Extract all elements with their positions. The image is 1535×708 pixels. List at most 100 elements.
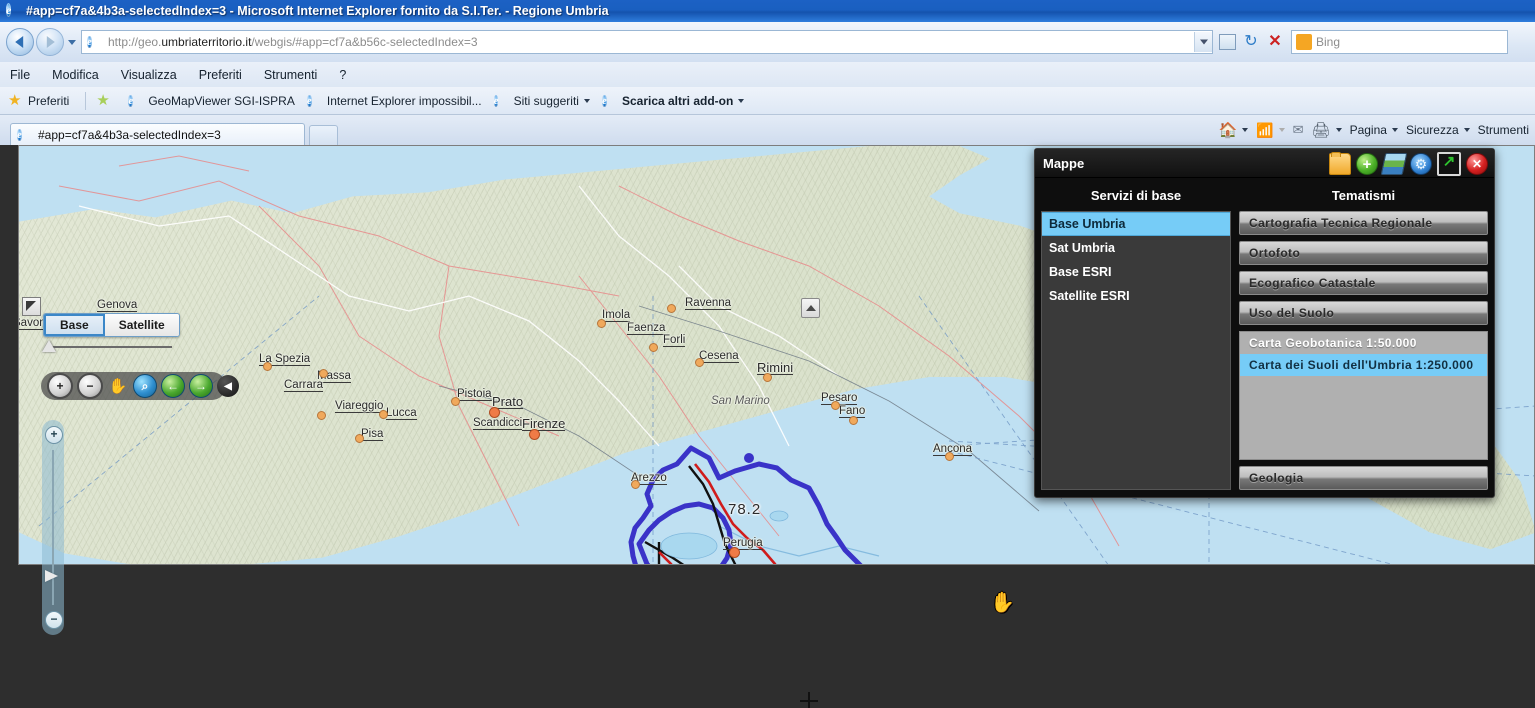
menu-item-help[interactable]: ? xyxy=(339,68,346,82)
base-services-header: Servizi di base xyxy=(1090,188,1182,203)
home-icon: 🏠 xyxy=(1218,122,1238,139)
zoom-out-button[interactable]: − xyxy=(45,611,63,629)
city-dot xyxy=(763,373,772,382)
menu-item-preferiti[interactable]: Preferiti xyxy=(199,68,242,82)
theme-group-ortofoto[interactable]: Ortofoto xyxy=(1239,241,1488,265)
basemap-tab-base[interactable]: Base xyxy=(44,314,105,336)
collapse-toolbar-tool[interactable]: ◀ xyxy=(217,375,239,397)
collapse-top-panel-button[interactable] xyxy=(801,298,820,318)
ie-page-icon: e xyxy=(87,36,92,48)
slider-handle[interactable] xyxy=(42,340,56,352)
tab-webgis[interactable]: e #app=cf7a&4b3a-selectedIndex=3 xyxy=(10,123,305,145)
city-dot xyxy=(831,401,840,410)
chevron-down-icon[interactable] xyxy=(68,39,76,45)
menu-item-modifica[interactable]: Modifica xyxy=(52,68,99,82)
next-extent-tool[interactable]: → xyxy=(189,374,213,398)
security-menu-label: Sicurezza xyxy=(1405,123,1459,137)
title-bar: e #app=cf7a&4b3a-selectedIndex=3 - Micro… xyxy=(0,0,1535,23)
menu-item-strumenti[interactable]: Strumenti xyxy=(264,68,318,82)
favorite-scarica-addon[interactable]: e Scarica altri add-on xyxy=(601,93,745,109)
window-title: #app=cf7a&4b3a-selectedIndex=3 - Microso… xyxy=(26,4,609,18)
chevron-down-icon[interactable] xyxy=(1242,128,1249,132)
favorite-label: Internet Explorer impossibil... xyxy=(326,93,482,108)
back-arrow-icon[interactable] xyxy=(6,28,34,56)
base-item-base-umbria[interactable]: Base Umbria xyxy=(1042,212,1230,236)
forward-arrow-icon[interactable] xyxy=(36,28,64,56)
city-label: Imola xyxy=(602,309,631,322)
opacity-slider[interactable] xyxy=(42,340,172,354)
mail-button[interactable]: ✉ xyxy=(1293,122,1304,138)
pan-hand-tool[interactable]: ✋ xyxy=(107,375,129,397)
layers-icon[interactable] xyxy=(1380,153,1408,175)
mappe-panel[interactable]: Mappe Servizi di base Base Umbria Sat Um… xyxy=(1034,148,1495,498)
previous-extent-tool[interactable]: ← xyxy=(161,374,185,398)
feeds-button[interactable]: 📶 xyxy=(1256,121,1285,139)
page-menu-label: Pagina xyxy=(1349,123,1387,137)
chevron-down-icon[interactable] xyxy=(1463,128,1470,132)
base-item-sat-umbria[interactable]: Sat Umbria xyxy=(1042,236,1230,260)
mappe-panel-toolbar xyxy=(1329,151,1488,176)
city-label: Cesena xyxy=(699,350,739,363)
security-menu[interactable]: Sicurezza xyxy=(1406,123,1470,137)
chevron-down-icon[interactable] xyxy=(1278,128,1285,132)
city-dot xyxy=(597,319,606,328)
sub-item-carta-geobotanica[interactable]: Carta Geobotanica 1:50.000 xyxy=(1240,332,1487,354)
chevron-down-icon[interactable] xyxy=(1391,128,1398,132)
favorite-siti-suggeriti[interactable]: e Siti suggeriti xyxy=(493,93,590,109)
city-label: Forli xyxy=(663,334,686,347)
chevron-down-icon[interactable] xyxy=(583,98,590,103)
close-icon[interactable] xyxy=(1466,153,1488,175)
city-label: Lucca xyxy=(386,407,417,420)
star-icon: ★ xyxy=(8,91,22,109)
open-folder-icon[interactable] xyxy=(1329,152,1351,175)
favorites-button[interactable]: ★ Preferiti xyxy=(8,91,69,109)
city-label: Carrara xyxy=(284,379,323,392)
page-menu[interactable]: Pagina xyxy=(1350,123,1398,137)
city-label: Ravenna xyxy=(685,297,732,310)
home-button[interactable]: 🏠 xyxy=(1219,121,1249,139)
layers-toggle-button[interactable] xyxy=(22,297,41,316)
zoom-in-tool[interactable]: + xyxy=(47,373,73,399)
zoom-slider-handle[interactable] xyxy=(45,570,58,582)
search-input[interactable]: Bing xyxy=(1291,30,1508,54)
feeds-icon: 📶 xyxy=(1256,121,1274,138)
new-tab-button[interactable] xyxy=(309,125,338,145)
favorite-geomapviewer[interactable]: e GeoMapViewer SGI-ISPRA xyxy=(128,93,295,109)
zoom-slider[interactable]: + − xyxy=(42,420,64,635)
menu-item-visualizza[interactable]: Visualizza xyxy=(121,68,177,82)
zoom-out-tool[interactable]: − xyxy=(77,373,103,399)
city-label: Viareggio xyxy=(335,400,384,413)
expand-external-icon[interactable] xyxy=(1437,151,1461,176)
theme-group-ecografico-catastale[interactable]: Ecografico Catastale xyxy=(1239,271,1488,295)
zoom-in-button[interactable]: + xyxy=(45,426,63,444)
compatibility-view-icon[interactable] xyxy=(1217,32,1237,52)
url-input[interactable]: e http://geo.umbriaterritorio.it/webgis/… xyxy=(81,30,1213,54)
stop-icon[interactable]: ✕ xyxy=(1265,32,1285,52)
base-item-base-esri[interactable]: Base ESRI xyxy=(1042,260,1230,284)
tools-menu[interactable]: Strumenti xyxy=(1478,123,1529,137)
tematismi-list: Cartografia Tecnica Regionale Ortofoto E… xyxy=(1239,211,1488,490)
settings-gears-icon[interactable] xyxy=(1410,153,1432,175)
chevron-down-icon[interactable] xyxy=(1335,128,1342,132)
zoom-full-extent-tool[interactable]: ⌕ xyxy=(133,374,157,398)
chevron-down-icon[interactable] xyxy=(738,98,745,103)
basemap-tab-satellite[interactable]: Satellite xyxy=(104,314,179,336)
map-toolbar: + − ✋ ⌕ ← → ◀ xyxy=(41,372,239,400)
mappe-panel-titlebar[interactable]: Mappe xyxy=(1035,149,1494,178)
print-icon: 🖨 xyxy=(1311,122,1331,139)
mouse-cursor-hand-icon: ✋ xyxy=(990,592,1015,614)
sub-item-carta-dei-suoli[interactable]: Carta dei Suoli dell'Umbria 1:250.000 xyxy=(1240,354,1487,376)
add-layer-icon[interactable] xyxy=(1356,153,1378,175)
basemap-switcher: Base Satellite xyxy=(43,313,180,337)
menu-item-file[interactable]: File xyxy=(10,68,30,82)
theme-group-cartografia-tecnica-regionale[interactable]: Cartografia Tecnica Regionale xyxy=(1239,211,1488,235)
base-item-satellite-esri[interactable]: Satellite ESRI xyxy=(1042,284,1230,308)
theme-group-uso-del-suolo[interactable]: Uso del Suolo xyxy=(1239,301,1488,325)
refresh-icon[interactable]: ↻ xyxy=(1241,32,1261,52)
add-to-favorites-icon[interactable]: ★ xyxy=(96,92,116,109)
theme-group-geologia[interactable]: Geologia xyxy=(1239,466,1488,490)
city-label: Perugia xyxy=(723,537,763,550)
print-button[interactable]: 🖨 xyxy=(1312,121,1342,139)
url-dropdown-icon[interactable] xyxy=(1194,32,1212,52)
favorite-ie-impossibile[interactable]: e Internet Explorer impossibil... xyxy=(306,93,482,109)
